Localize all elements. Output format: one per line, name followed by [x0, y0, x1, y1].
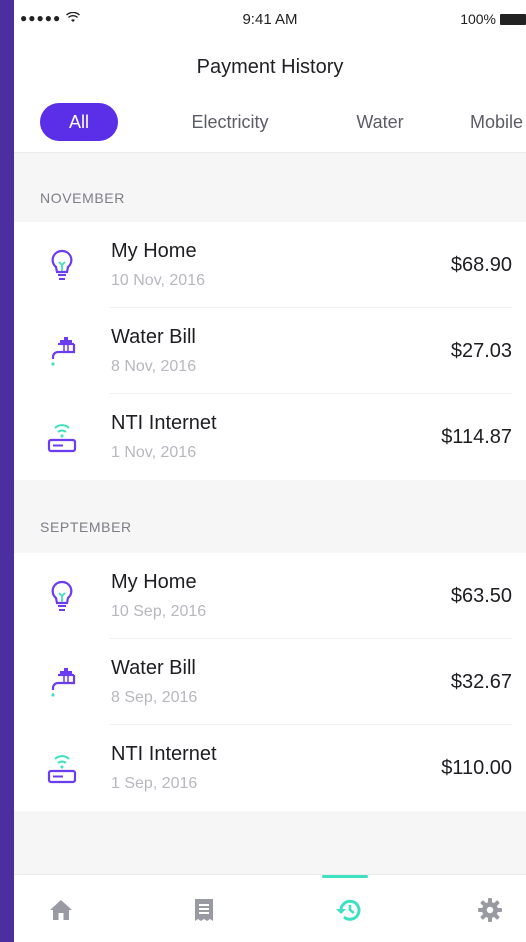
- payment-amount: $27.03: [450, 340, 512, 362]
- nav-bills[interactable]: [174, 875, 234, 942]
- payment-date: 10 Sep, 2016: [111, 603, 207, 620]
- phone-screen: ●●●●● 9:41 AM 100% Payment History All E…: [14, 0, 526, 942]
- payment-name: NTI Internet: [111, 412, 217, 434]
- history-icon: [336, 899, 361, 921]
- payment-date: 1 Sep, 2016: [111, 775, 198, 792]
- lightbulb-icon: [51, 249, 73, 280]
- tab-water[interactable]: Water: [340, 103, 420, 141]
- nav-settings[interactable]: [460, 875, 520, 942]
- payments-list-september: My Home 10 Sep, 2016 $63.50 Water Bill 8…: [14, 553, 526, 811]
- payment-name: My Home: [111, 240, 197, 262]
- tab-all[interactable]: All: [40, 103, 118, 141]
- nav-history[interactable]: [317, 875, 377, 942]
- faucet-icon: [51, 337, 76, 366]
- payment-amount: $68.90: [450, 254, 512, 276]
- gear-icon: [478, 898, 502, 922]
- payment-row[interactable]: NTI Internet 1 Nov, 2016 $114.87: [14, 394, 526, 480]
- payment-name: Water Bill: [111, 657, 196, 679]
- status-time: 9:41 AM: [242, 11, 298, 28]
- payment-row[interactable]: My Home 10 Nov, 2016 $68.90: [14, 222, 526, 308]
- payments-list-november: My Home 10 Nov, 2016 $68.90 Water Bill 8…: [14, 222, 526, 480]
- payment-date: 8 Sep, 2016: [111, 689, 198, 706]
- page-title: Payment History: [196, 56, 344, 78]
- battery-indicator: 100%: [460, 11, 526, 27]
- filter-tabs: All Electricity Water Mobile: [40, 103, 526, 141]
- status-bar: ●●●●● 9:41 AM 100%: [14, 0, 526, 40]
- router-icon: [47, 424, 77, 453]
- home-icon: [50, 900, 72, 920]
- payment-date: 1 Nov, 2016: [111, 444, 197, 461]
- battery-icon: [500, 13, 526, 25]
- tab-mobile[interactable]: Mobile: [470, 103, 526, 141]
- payment-amount: $63.50: [450, 585, 512, 607]
- faucet-icon: [51, 668, 76, 697]
- payment-amount: $110.00: [441, 757, 512, 779]
- payment-row[interactable]: My Home 10 Sep, 2016 $63.50: [14, 553, 526, 639]
- section-label-september: SEPTEMBER: [40, 519, 132, 535]
- section-label-november: NOVEMBER: [40, 190, 125, 206]
- payment-row[interactable]: Water Bill 8 Nov, 2016 $27.03: [14, 308, 526, 394]
- payment-name: NTI Internet: [111, 743, 217, 765]
- payment-amount: $32.67: [450, 671, 512, 693]
- nav-home[interactable]: [31, 875, 91, 942]
- payment-date: 8 Nov, 2016: [111, 358, 197, 375]
- payment-row[interactable]: Water Bill 8 Sep, 2016 $32.67: [14, 639, 526, 725]
- payment-date: 10 Nov, 2016: [111, 272, 205, 289]
- bottom-nav: [14, 874, 526, 942]
- payment-row[interactable]: NTI Internet 1 Sep, 2016 $110.00: [14, 725, 526, 811]
- receipt-icon: [195, 899, 213, 921]
- payment-name: My Home: [111, 571, 197, 593]
- payment-amount: $114.87: [441, 426, 512, 448]
- router-icon: [47, 755, 77, 784]
- payment-name: Water Bill: [111, 326, 196, 348]
- lightbulb-icon: [51, 580, 73, 611]
- battery-percent: 100%: [460, 11, 496, 27]
- tab-electricity[interactable]: Electricity: [170, 103, 290, 141]
- header: Payment History All Electricity Water Mo…: [14, 40, 526, 153]
